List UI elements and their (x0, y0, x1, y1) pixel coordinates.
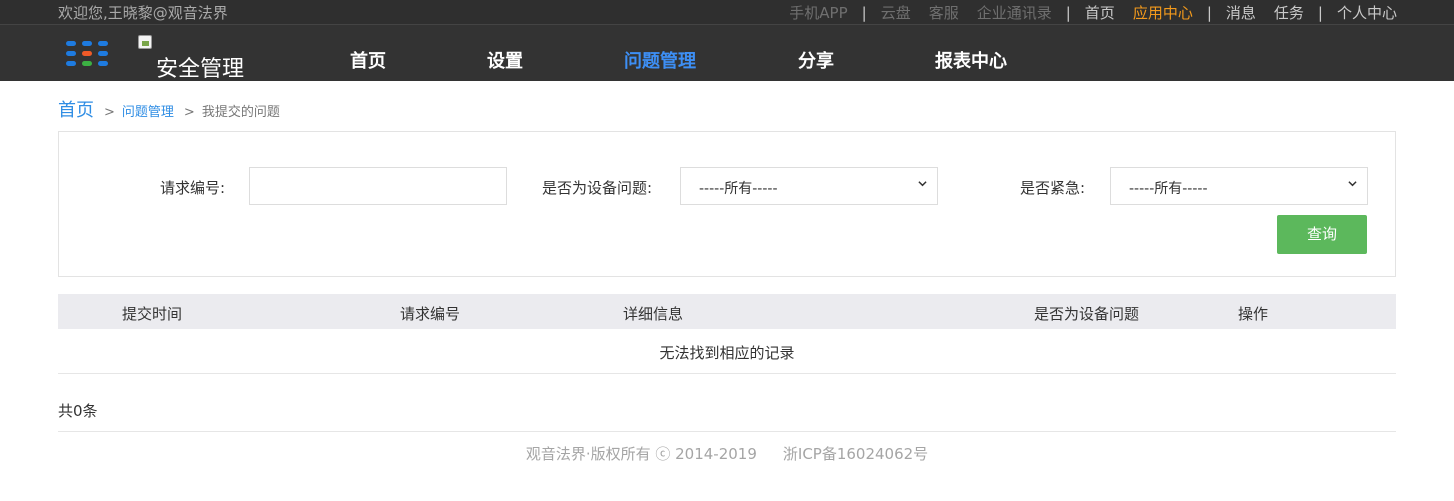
column-header-request-no[interactable]: 请求编号 (400, 303, 460, 324)
filter-panel: 请求编号: 是否为设备问题: -----所有----- 是否紧急: -----所… (58, 131, 1396, 277)
chevron-down-icon (1348, 181, 1357, 187)
enterprise-contacts-link[interactable]: 企业通讯录 (977, 2, 1052, 23)
logo-alt-text: 安全管理 (156, 57, 245, 82)
breadcrumb-current: 我提交的问题 (201, 105, 280, 120)
column-header-submit-time[interactable]: 提交时间 (122, 303, 182, 324)
nav-settings[interactable]: 设置 (487, 47, 523, 73)
messages-link[interactable]: 消息 (1226, 2, 1256, 23)
breadcrumb-home[interactable]: 首页 (58, 96, 94, 122)
top-links: 手机APP | 云盘 客服 企业通讯录 | 首页 应用中心 | 消息 任务 | … (789, 2, 1397, 23)
tasks-link[interactable]: 任务 (1274, 2, 1304, 23)
urgent-label: 是否紧急: (1020, 179, 1086, 197)
broken-image-icon (138, 35, 152, 49)
app-grid-icon[interactable] (66, 41, 108, 67)
top-separator: | (1065, 3, 1071, 22)
top-separator: | (861, 3, 867, 22)
nav-report-center[interactable]: 报表中心 (935, 47, 1007, 73)
app-center-link[interactable]: 应用中心 (1133, 2, 1193, 23)
copyright-text: 观音法界·版权所有 ⓒ 2014-2019 (525, 445, 757, 463)
request-no-label: 请求编号: (160, 179, 226, 197)
welcome-text: 欢迎您,王晓黎@观音法界 (58, 4, 228, 22)
nav-home[interactable]: 首页 (350, 47, 386, 73)
personal-center-link[interactable]: 个人中心 (1337, 2, 1397, 23)
top-separator: | (1317, 3, 1323, 22)
mobile-app-link[interactable]: 手机APP (789, 2, 847, 23)
footer: 观音法界·版权所有 ⓒ 2014-2019 浙ICP备16024062号 (0, 443, 1454, 464)
urgent-selected: -----所有----- (1129, 181, 1208, 197)
column-header-equipment-issue[interactable]: 是否为设备问题 (1034, 303, 1139, 324)
top-home-link[interactable]: 首页 (1085, 2, 1115, 23)
column-header-details[interactable]: 详细信息 (623, 303, 683, 324)
breadcrumb-issue-management[interactable]: 问题管理 (122, 101, 174, 120)
equipment-issue-selected: -----所有----- (699, 181, 778, 197)
equipment-issue-label: 是否为设备问题: (542, 179, 653, 197)
column-header-actions: 操作 (1238, 305, 1269, 323)
equipment-issue-select[interactable]: -----所有----- (680, 167, 938, 205)
icp-link[interactable]: 浙ICP备16024062号 (783, 445, 928, 463)
breadcrumb-separator: > (104, 105, 115, 120)
nav-share[interactable]: 分享 (798, 47, 834, 73)
empty-message: 无法找到相应的记录 (659, 344, 795, 362)
footer-divider (58, 431, 1396, 432)
table-header: 提交时间 请求编号 详细信息 是否为设备问题 操作 (58, 294, 1396, 329)
query-button[interactable]: 查询 (1277, 215, 1367, 254)
cloud-disk-link[interactable]: 云盘 (881, 2, 911, 23)
site-logo[interactable]: 安全管理 (138, 35, 258, 82)
top-separator: | (1206, 3, 1212, 22)
total-count: 共0条 (58, 402, 98, 420)
nav-issue-management[interactable]: 问题管理 (624, 47, 696, 73)
table-empty-row: 无法找到相应的记录 (58, 329, 1396, 374)
urgent-select[interactable]: -----所有----- (1110, 167, 1368, 205)
customer-service-link[interactable]: 客服 (929, 2, 959, 23)
top-bar: 欢迎您,王晓黎@观音法界 手机APP | 云盘 客服 企业通讯录 | 首页 应用… (0, 0, 1454, 24)
main-navbar: 安全管理 首页 设置 问题管理 分享 报表中心 (0, 24, 1454, 82)
chevron-down-icon (918, 181, 927, 187)
breadcrumb-separator: > (183, 105, 195, 120)
breadcrumb: 首页 > 问题管理 > 我提交的问题 (58, 96, 280, 122)
request-no-input[interactable] (249, 167, 507, 205)
